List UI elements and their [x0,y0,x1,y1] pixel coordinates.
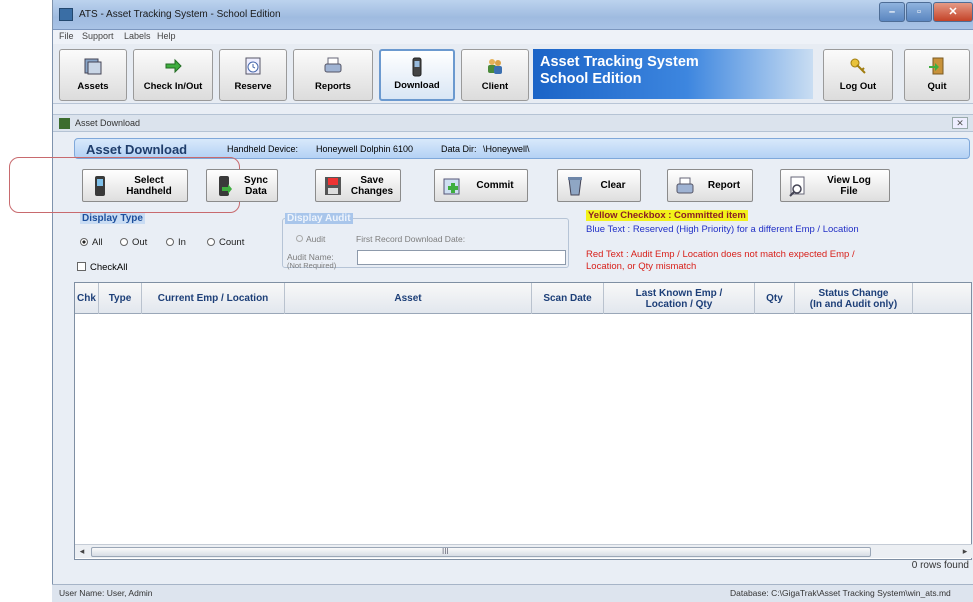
check-all-checkbox[interactable]: CheckAll [77,262,128,273]
radio-icon [207,238,215,246]
status-bar: User Name: User, Admin Database: C:\Giga… [52,584,973,602]
audit-name-input[interactable] [357,250,566,265]
not-required-note: (Not Required) [287,261,337,270]
asset-grid[interactable]: Chk Type Current Emp / Location Asset Sc… [74,282,972,560]
column-filler [913,283,971,314]
banner-subtitle: School Edition [540,71,642,87]
display-audit-label: Display Audit [285,213,353,224]
column-last-known[interactable]: Last Known Emp / Location / Qty [604,283,755,314]
menu-help[interactable]: Help [157,31,176,41]
scroll-left-icon[interactable]: ◂ [75,545,89,559]
app-banner: Asset Tracking System School Edition [533,49,813,99]
download-header: Asset Download Handheld Device: Honeywel… [74,138,970,159]
printer-icon [676,177,694,194]
window-title: ATS - Asset Tracking System - School Edi… [79,9,281,20]
maximize-button[interactable]: ▫ [906,2,932,22]
commit-icon [443,178,460,195]
check-in-out-icon [165,58,182,74]
trash-icon [568,177,582,196]
floppy-icon [325,177,341,195]
log-file-icon [789,176,805,197]
menu-file[interactable]: File [59,31,74,41]
radio-all[interactable]: All [80,237,103,248]
column-asset[interactable]: Asset [285,283,532,314]
assets-icon [84,58,102,75]
legend-red: Red Text : Audit Emp / Location does not… [586,249,855,272]
asset-download-icon [59,118,70,129]
column-chk[interactable]: Chk [75,283,99,314]
radio-out[interactable]: Out [120,237,147,248]
device-label: Handheld Device: [227,144,299,154]
first-record-label: First Record Download Date: [356,234,466,244]
select-handheld-button[interactable]: Select Handheld [82,169,188,202]
check-in-out-button[interactable]: Check In/Out [133,49,213,101]
sync-data-button[interactable]: Sync Data [206,169,278,202]
app-icon [59,8,73,21]
close-button[interactable]: ✕ [933,2,973,22]
clear-button[interactable]: Clear [557,169,641,202]
menu-bar: File Support Labels Help [53,30,973,44]
banner-title: Asset Tracking System [540,54,699,70]
client-button[interactable]: Client [461,49,529,101]
rows-found-count: 0 rows found [911,560,969,571]
status-user: User Name: User, Admin [59,588,153,598]
child-window-title: Asset Download [75,118,141,128]
clock-icon [245,57,261,75]
column-qty[interactable]: Qty [755,283,795,314]
status-database: Database: C:\GigaTrak\Asset Tracking Sys… [730,588,951,598]
quit-button[interactable]: Quit [904,49,970,101]
column-current-emp-location[interactable]: Current Emp / Location [142,283,285,314]
handheld-icon [412,57,422,77]
legend-yellow: Yellow Checkbox : Committed item [586,210,748,221]
main-toolbar: Assets Check In/Out Reserve Reports Down… [53,44,973,104]
users-icon [488,59,502,74]
commit-button[interactable]: Commit [434,169,528,202]
scroll-grip: III [442,547,449,556]
radio-in[interactable]: In [166,237,186,248]
report-button[interactable]: Report [667,169,753,202]
radio-icon [296,235,303,242]
scroll-thumb[interactable]: III [91,547,871,557]
display-type-label: Display Type [80,213,145,224]
child-window-titlebar: Asset Download ✕ [53,114,973,132]
menu-support[interactable]: Support [82,31,114,41]
exit-door-icon [929,57,944,75]
sync-icon [219,176,232,196]
scroll-right-icon[interactable]: ▸ [958,545,972,559]
page-title: Asset Download [86,142,188,157]
minimize-button[interactable]: – [879,2,905,22]
menu-labels[interactable]: Labels [124,31,151,41]
radio-icon [166,238,174,246]
dir-label: Data Dir: [441,144,477,154]
printer-icon [324,57,342,73]
radio-icon [120,238,128,246]
data-dir: \Honeywell\ [483,144,530,154]
save-changes-button[interactable]: Save Changes [315,169,401,202]
column-type[interactable]: Type [99,283,142,314]
legend-blue: Blue Text : Reserved (High Priority) for… [586,224,859,235]
column-status-change[interactable]: Status Change (In and Audit only) [795,283,913,314]
column-scan-date[interactable]: Scan Date [532,283,604,314]
title-bar: ATS - Asset Tracking System - School Edi… [53,0,973,30]
log-out-button[interactable]: Log Out [823,49,893,101]
horizontal-scrollbar[interactable]: ◂ III ▸ [75,544,972,558]
key-icon [850,58,866,74]
handheld-icon [95,176,105,196]
checkbox-icon [77,262,86,271]
reserve-button[interactable]: Reserve [219,49,287,101]
assets-button[interactable]: Assets [59,49,127,101]
audit-radio[interactable]: Audit [296,234,325,244]
reports-button[interactable]: Reports [293,49,373,101]
device-name: Honeywell Dolphin 6100 [316,144,414,154]
child-close-button[interactable]: ✕ [952,117,968,129]
radio-selected-icon [80,238,88,246]
download-button[interactable]: Download [379,49,455,101]
grid-header: Chk Type Current Emp / Location Asset Sc… [75,283,971,314]
view-log-file-button[interactable]: View Log File [780,169,890,202]
radio-count[interactable]: Count [207,237,244,248]
